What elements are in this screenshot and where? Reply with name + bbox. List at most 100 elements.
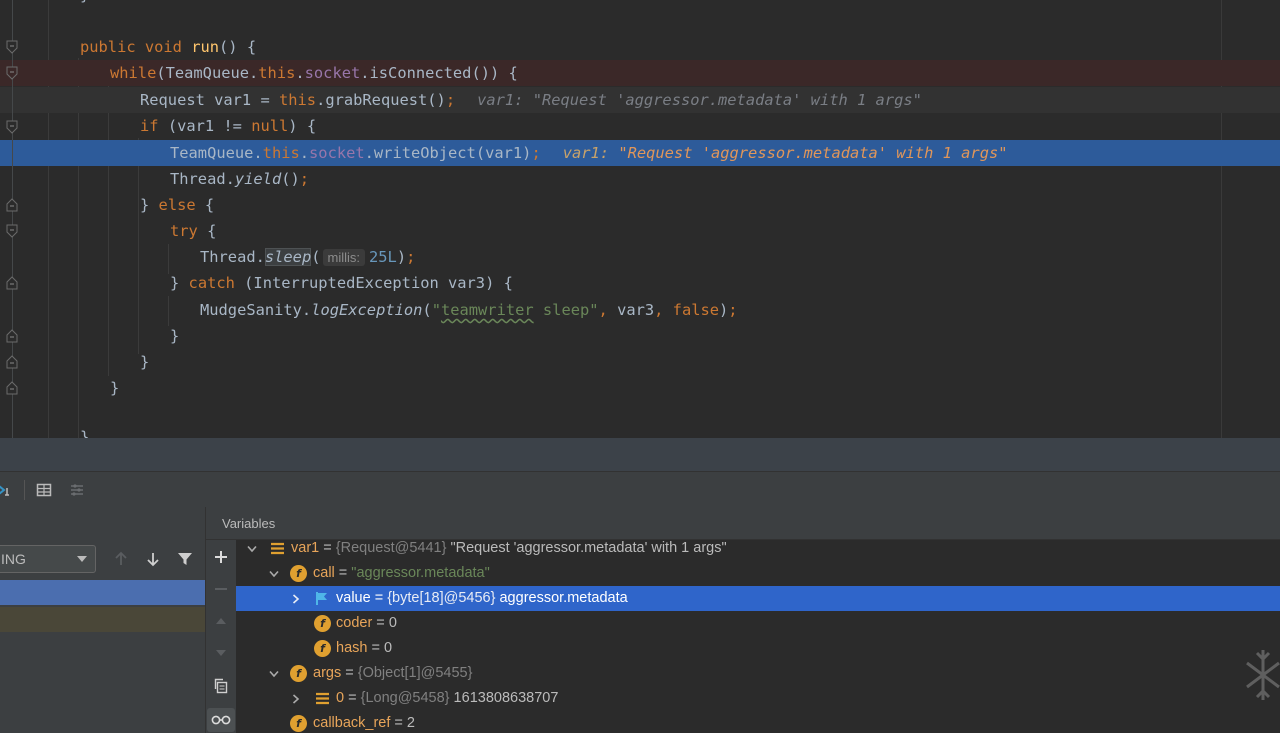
code-token: ; xyxy=(531,144,541,162)
move-up-icon[interactable] xyxy=(212,612,230,630)
code-token: .writeObject(var1) xyxy=(364,144,532,162)
move-down-icon[interactable] xyxy=(212,644,230,662)
chevron-down-icon[interactable] xyxy=(268,661,280,686)
watches-glasses-icon[interactable] xyxy=(207,708,235,732)
code-line-sleep: Thread.sleep(millis: 25L); xyxy=(0,244,1280,270)
code-token: ; xyxy=(406,248,416,266)
code-token: Thread. xyxy=(200,248,265,266)
variable-name: call xyxy=(313,565,335,581)
variables-side-toolbar xyxy=(206,540,236,733)
chevron-down-icon[interactable] xyxy=(268,561,280,586)
fold-close-icon[interactable] xyxy=(6,355,18,369)
code-line-close-try: } xyxy=(0,323,1280,349)
code-token: } xyxy=(140,353,150,371)
arrow-down-icon[interactable] xyxy=(144,549,162,569)
field-icon: f xyxy=(314,640,331,657)
toolbar-separator xyxy=(24,480,25,500)
evaluate-expression-icon[interactable] xyxy=(0,481,14,499)
parameter-hint: millis: xyxy=(322,249,365,266)
code-token: if xyxy=(140,117,168,135)
variable-row-arg-0[interactable]: 0 = {Long@5458} 1613808638707 xyxy=(236,686,1280,711)
chevron-right-icon[interactable] xyxy=(290,686,302,711)
arrow-up-icon[interactable] xyxy=(112,549,130,569)
variable-value: 0 xyxy=(388,615,397,631)
code-token: null xyxy=(251,117,289,135)
code-token: teamwriter xyxy=(440,301,534,319)
variable-name: args xyxy=(313,665,342,681)
settings-list-icon[interactable] xyxy=(68,481,86,499)
variable-name: 0 xyxy=(336,690,345,706)
editor-status-strip xyxy=(0,438,1280,471)
code-token: TeamQueue. xyxy=(170,144,263,162)
code-token: () { xyxy=(219,38,257,56)
variable-row-args[interactable]: f args = {Object[1]@5455} xyxy=(236,661,1280,686)
variables-title: Variables xyxy=(222,516,276,531)
code-token: ) { xyxy=(288,117,317,135)
fold-close-icon[interactable] xyxy=(6,381,18,395)
frame-row-selected[interactable] xyxy=(0,580,205,605)
code-token: ( xyxy=(422,301,432,319)
variable-row-hash[interactable]: f hash = 0 xyxy=(236,636,1280,661)
chevron-down-icon[interactable] xyxy=(246,540,258,561)
code-token: ; xyxy=(445,91,456,109)
variable-value: "aggressor.metadata" xyxy=(351,565,490,581)
code-line-close-if: } xyxy=(0,349,1280,375)
fold-close-icon[interactable] xyxy=(6,276,18,290)
code-editor[interactable]: } public void run() { while(TeamQueue.th… xyxy=(0,0,1280,438)
code-token: MudgeSanity. xyxy=(200,301,312,319)
variable-value: "Request 'aggressor.metadata' with 1 arg… xyxy=(446,540,727,556)
code-line-catch: } catch (InterruptedException var3) { xyxy=(0,270,1280,296)
variable-type: {byte[18]@5456} xyxy=(387,590,496,606)
code-token: logException xyxy=(311,301,423,319)
copy-icon[interactable] xyxy=(212,677,230,695)
code-token: socket xyxy=(304,64,361,82)
code-token: void xyxy=(144,38,192,56)
variables-tree[interactable]: var1 = {Request@5441} "Request 'aggresso… xyxy=(236,540,1280,733)
field-icon: f xyxy=(314,615,331,632)
variable-row-coder[interactable]: f coder = 0 xyxy=(236,611,1280,636)
code-line-yield: Thread.yield(); xyxy=(0,166,1280,192)
variable-row-value-selected[interactable]: value = {byte[18]@5456} aggressor.metada… xyxy=(236,586,1280,611)
remove-watch-icon[interactable] xyxy=(212,580,230,598)
fold-open-icon[interactable] xyxy=(6,224,18,238)
code-token: 25L xyxy=(369,248,397,266)
code-token: .grabRequest() xyxy=(316,91,446,109)
code-line-log-exception: MudgeSanity.logException("teamwriter sle… xyxy=(0,297,1280,323)
variable-value: 0 xyxy=(383,640,393,656)
flag-icon xyxy=(314,590,331,607)
code-token: .isConnected()) { xyxy=(360,64,518,82)
table-view-icon[interactable] xyxy=(35,481,53,499)
thread-selector[interactable]: ING xyxy=(0,545,96,573)
code-token: , false xyxy=(654,301,720,319)
variable-type: {Object[1]@5455} xyxy=(357,665,473,681)
inline-debug-value: var1: "Request 'aggressor.metadata' with… xyxy=(562,144,1008,162)
fold-open-icon[interactable] xyxy=(6,66,18,80)
code-token: ; xyxy=(728,301,738,319)
object-icon xyxy=(269,540,286,557)
snowflake-icon xyxy=(1246,650,1280,700)
code-token: var3 xyxy=(617,301,655,319)
variable-row-callback-ref[interactable]: f callback_ref = 2 xyxy=(236,711,1280,733)
variables-header: Variables xyxy=(206,507,1280,540)
variable-row-call[interactable]: f call = "aggressor.metadata" xyxy=(236,561,1280,586)
code-line-run: public void run() { xyxy=(0,34,1280,60)
add-watch-icon[interactable] xyxy=(212,548,230,566)
code-token: sleep" xyxy=(533,301,599,319)
variable-row-var1[interactable]: var1 = {Request@5441} "Request 'aggresso… xyxy=(236,540,1280,561)
fold-open-icon[interactable] xyxy=(6,40,18,54)
frame-row[interactable] xyxy=(0,607,205,632)
code-token: { xyxy=(207,222,217,240)
code-line-request: Request var1 = this.grabRequest(); var1: … xyxy=(0,87,1280,113)
code-token: try xyxy=(170,222,208,240)
fold-close-icon[interactable] xyxy=(6,329,18,343)
filter-icon[interactable] xyxy=(176,549,194,569)
chevron-right-icon[interactable] xyxy=(290,586,302,611)
fold-close-icon[interactable] xyxy=(6,198,18,212)
code-line-prev: } xyxy=(0,0,1280,8)
fold-open-icon[interactable] xyxy=(6,120,18,134)
code-token: Request var1 = xyxy=(140,91,279,109)
variable-name: coder xyxy=(336,615,373,631)
code-token: this xyxy=(262,144,300,162)
variable-value: 1613808638707 xyxy=(449,690,559,706)
code-token: yield xyxy=(234,170,282,188)
